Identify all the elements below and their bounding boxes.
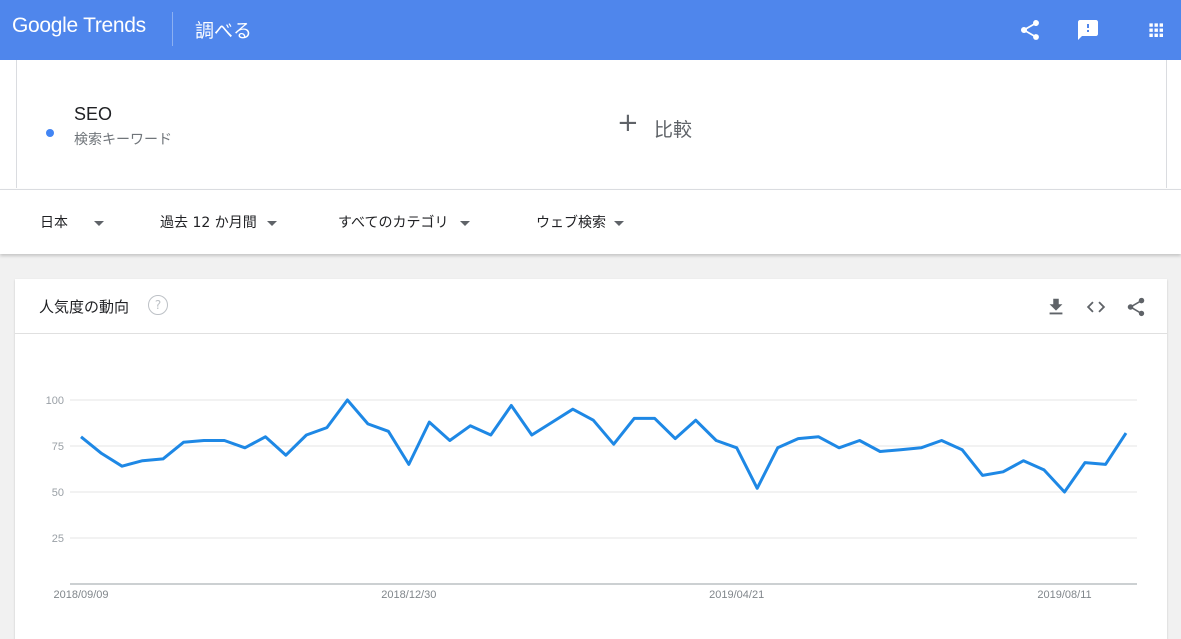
data-point[interactable] (385, 428, 391, 434)
data-point[interactable] (631, 415, 637, 421)
search-term-card[interactable]: SEO 検索キーワード (16, 60, 593, 188)
y-tick-label: 50 (52, 487, 64, 499)
category-dropdown[interactable]: すべてのカテゴリ (338, 212, 471, 232)
x-tick-label: 2018/09/09 (53, 589, 108, 601)
data-point[interactable] (1021, 458, 1027, 464)
data-point[interactable] (406, 461, 412, 467)
search-term[interactable]: SEO (74, 104, 112, 125)
data-point[interactable] (898, 447, 904, 453)
data-point[interactable] (570, 406, 576, 412)
data-point[interactable] (939, 437, 945, 443)
data-point[interactable] (672, 436, 678, 442)
data-point[interactable] (1000, 469, 1006, 475)
compare-label[interactable]: 比較 (654, 115, 692, 142)
data-point[interactable] (734, 445, 740, 451)
feedback-icon[interactable] (1076, 18, 1100, 42)
app-header: Google Trends 調べる (0, 0, 1181, 60)
interest-over-time-card: 人気度の動向 ? 25 50 75 100 2018/09/09 2018/12/30 20… (15, 279, 1167, 639)
data-point[interactable] (549, 419, 555, 425)
caret-down-icon (614, 220, 624, 226)
data-point[interactable] (795, 436, 801, 442)
data-point[interactable] (160, 456, 166, 462)
period-label: 過去 12 か月間 (160, 215, 257, 231)
page-title: 調べる (195, 20, 253, 42)
header-divider (172, 12, 173, 46)
x-tick-label: 2018/12/30 (381, 589, 436, 601)
data-point[interactable] (98, 450, 104, 456)
data-point[interactable] (303, 432, 309, 438)
search-type-label: ウェブ検索 (536, 215, 606, 231)
data-point[interactable] (590, 417, 596, 423)
data-point[interactable] (426, 419, 432, 425)
y-tick-label: 100 (46, 395, 64, 407)
y-tick-label: 25 (52, 533, 64, 545)
data-point[interactable] (529, 432, 535, 438)
google-trends-logo[interactable]: Google Trends (12, 14, 146, 38)
data-point[interactable] (611, 441, 617, 447)
data-point[interactable] (693, 417, 699, 423)
x-tick-label: 2019/08/11 (1037, 589, 1091, 601)
share-icon[interactable] (1018, 18, 1042, 42)
data-point[interactable] (1103, 461, 1109, 467)
category-label: すべてのカテゴリ (338, 215, 449, 231)
data-point[interactable] (816, 434, 822, 440)
data-point[interactable] (201, 437, 207, 443)
data-point[interactable] (119, 463, 125, 469)
data-point[interactable] (836, 445, 842, 451)
data-point[interactable] (713, 437, 719, 443)
data-point[interactable] (78, 434, 84, 440)
apps-grid-icon[interactable] (1144, 18, 1168, 42)
interest-line-chart: 25 50 75 100 2018/09/09 2018/12/30 2019/04/21 2… (46, 395, 1137, 601)
search-term-type: 検索キーワード (74, 132, 172, 148)
data-point[interactable] (139, 458, 145, 464)
data-point[interactable] (447, 437, 453, 443)
term-color-dot (46, 129, 54, 137)
data-point[interactable] (344, 397, 350, 403)
data-point[interactable] (262, 434, 268, 440)
data-point[interactable] (324, 425, 330, 431)
data-point[interactable] (1082, 460, 1088, 466)
data-point[interactable] (1041, 467, 1047, 473)
data-point[interactable] (959, 447, 965, 453)
data-point[interactable] (508, 403, 514, 409)
data-point[interactable] (754, 485, 760, 491)
region-dropdown[interactable]: 日本 (40, 212, 104, 232)
data-point[interactable] (1123, 430, 1129, 436)
data-point[interactable] (918, 445, 924, 451)
data-point[interactable] (180, 439, 186, 445)
region-label: 日本 (40, 215, 68, 231)
data-point[interactable] (652, 415, 658, 421)
filter-bar: 日本 過去 12 か月間 すべてのカテゴリ ウェブ検索 (0, 189, 1181, 254)
y-tick-label: 75 (52, 441, 64, 453)
search-type-dropdown[interactable]: ウェブ検索 (536, 212, 624, 232)
data-point[interactable] (1062, 489, 1068, 495)
data-point[interactable] (488, 432, 494, 438)
plus-icon: + (617, 108, 639, 138)
data-point[interactable] (365, 421, 371, 427)
caret-down-icon (266, 220, 277, 226)
data-point[interactable] (857, 437, 863, 443)
caret-down-icon (460, 220, 471, 226)
data-point[interactable] (467, 423, 473, 429)
data-point[interactable] (221, 437, 227, 443)
data-point[interactable] (980, 472, 986, 478)
x-tick-label: 2019/04/21 (709, 589, 764, 601)
data-point[interactable] (775, 445, 781, 451)
period-dropdown[interactable]: 過去 12 か月間 (160, 212, 277, 232)
data-point[interactable] (877, 449, 883, 455)
caret-down-icon (94, 220, 104, 226)
data-point[interactable] (242, 445, 248, 451)
compare-card[interactable]: + 比較 (591, 60, 1167, 188)
data-point[interactable] (283, 452, 289, 458)
